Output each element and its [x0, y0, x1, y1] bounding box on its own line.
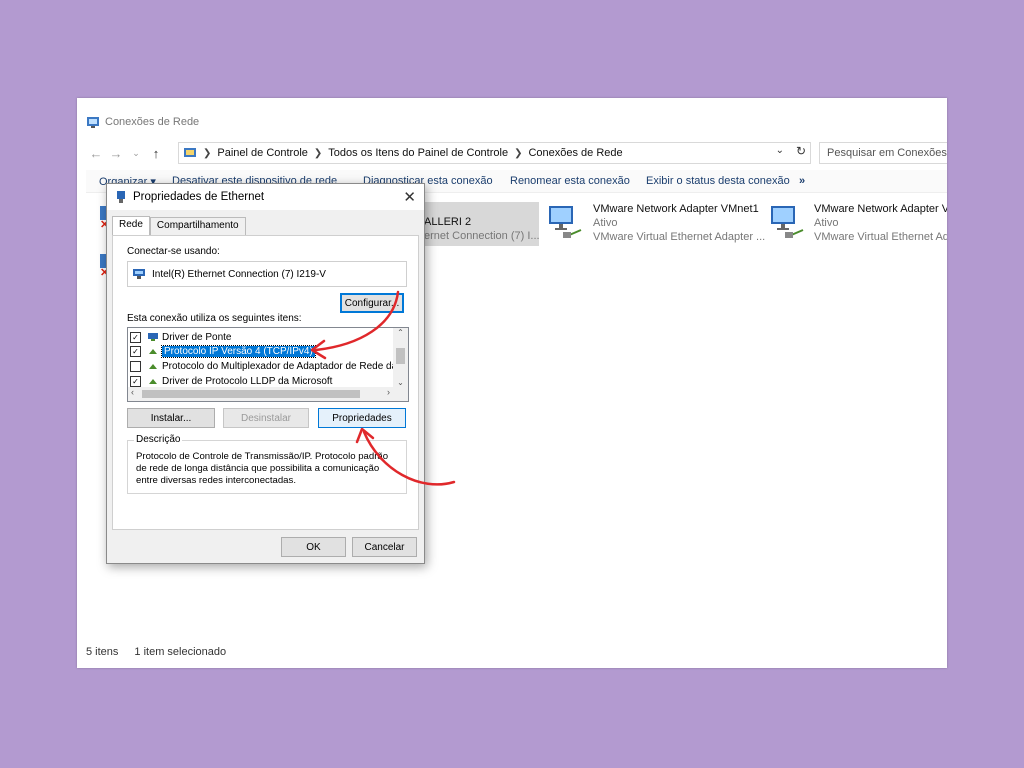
network-adapter-icon	[771, 206, 804, 238]
network-card-icon	[133, 269, 145, 279]
list-item-label: Protocolo IP Versão 4 (TCP/IPv4)	[161, 344, 316, 358]
address-bar[interactable]: ❯ Painel de Controle ❯ Todos os Itens do…	[178, 142, 811, 164]
vertical-scrollbar[interactable]: ⌃ ⌄	[393, 328, 408, 401]
list-item-label: Driver de Ponte	[162, 331, 232, 343]
scroll-right-icon[interactable]: ›	[387, 387, 390, 397]
chevron-right-icon: ❯	[514, 147, 523, 159]
scroll-down-icon[interactable]: ⌄	[393, 378, 408, 387]
connect-using-label: Conectar-se usando:	[127, 246, 220, 257]
scroll-up-icon[interactable]: ⌃	[393, 328, 408, 337]
network-item-status: Ativo	[593, 217, 618, 229]
network-item-name: ALLERI 2	[424, 216, 472, 228]
chevron-right-icon: ❯	[203, 147, 212, 159]
close-icon[interactable]: ✕	[403, 188, 416, 206]
window-titlebar: Conexões de Rede	[86, 112, 199, 132]
dialog-tabs: Rede Compartilhamento	[112, 216, 246, 237]
properties-button[interactable]: Propriedades	[318, 408, 406, 428]
window-title: Conexões de Rede	[105, 116, 200, 128]
more-commands-button[interactable]: »	[799, 175, 805, 187]
chevron-down-icon[interactable]: ⌄	[776, 145, 784, 156]
dialog-titlebar: Propriedades de Ethernet ✕	[107, 184, 424, 210]
status-bar: 5 itens 1 item selecionado	[86, 646, 242, 658]
rename-button[interactable]: Renomear esta conexão	[510, 175, 630, 187]
up-arrow-icon[interactable]: ↑	[146, 146, 166, 161]
description-group: Descrição Protocolo de Controle de Trans…	[127, 434, 407, 494]
list-item[interactable]: ✓ Driver de Protocolo LLDP da Microsoft	[130, 374, 332, 388]
network-item-ethernet[interactable]: ALLERI 2 ernet Connection (7) I...	[424, 215, 540, 243]
refresh-icon[interactable]: ↻	[792, 144, 810, 162]
tab-rede[interactable]: Rede	[112, 216, 150, 237]
network-connections-icon	[87, 117, 99, 128]
network-item-vmnet8[interactable]: VMware Network Adapter VM Ativo VMware V…	[814, 202, 947, 244]
network-adapter-icon	[549, 206, 582, 238]
network-item-status: Ativo	[814, 217, 839, 229]
checkbox[interactable]: ✓	[130, 345, 141, 357]
items-label: Esta conexão utiliza os seguintes itens:	[127, 313, 302, 324]
list-item-selected[interactable]: ✓ Protocolo IP Versão 4 (TCP/IPv4)	[130, 344, 316, 358]
list-item-label: Protocolo do Multiplexador de Adaptador …	[162, 360, 409, 372]
list-item-label: Driver de Protocolo LLDP da Microsoft	[162, 375, 333, 387]
protocol-icon	[149, 349, 157, 354]
breadcrumb-item-control-panel[interactable]: Painel de Controle	[217, 147, 308, 159]
ethernet-properties-dialog: Propriedades de Ethernet ✕ Rede Comparti…	[106, 183, 425, 564]
dialog-title: Propriedades de Ethernet	[133, 191, 265, 203]
adapter-name: Intel(R) Ethernet Connection (7) I219-V	[152, 268, 326, 280]
breadcrumb-item-all-items[interactable]: Todos os Itens do Painel de Controle	[328, 147, 508, 159]
uninstall-button[interactable]: Desinstalar	[223, 408, 309, 428]
horizontal-scrollbar[interactable]: ‹ ›	[128, 387, 393, 401]
checkbox[interactable]: ✓	[130, 331, 141, 343]
scroll-left-icon[interactable]: ‹	[131, 387, 134, 397]
components-list: ✓ Driver de Ponte ✓ Protocolo IP Versão …	[127, 327, 409, 402]
selection-count: 1 item selecionado	[134, 646, 227, 658]
tab-compartilhamento[interactable]: Compartilhamento	[149, 217, 246, 235]
scrollbar-thumb[interactable]	[142, 390, 360, 398]
back-arrow-icon[interactable]: ←	[86, 146, 106, 161]
list-item[interactable]: Protocolo do Multiplexador de Adaptador …	[130, 359, 408, 373]
forward-arrow-icon[interactable]: →	[106, 146, 126, 161]
item-count: 5 itens	[86, 646, 119, 658]
network-item-name: VMware Network Adapter VM	[814, 203, 947, 215]
bridge-driver-icon	[148, 333, 158, 341]
network-item-detail: ernet Connection (7) I...	[424, 230, 540, 242]
protocol-icon	[149, 364, 157, 369]
tab-panel-rede: Conectar-se usando: Intel(R) Ethernet Co…	[112, 235, 419, 530]
description-label: Descrição	[134, 434, 183, 445]
network-item-detail: VMware Virtual Ethernet Ada	[814, 231, 947, 243]
chevron-right-icon: ❯	[313, 147, 323, 159]
view-status-button[interactable]: Exibir o status desta conexão	[646, 175, 790, 187]
network-item-detail: VMware Virtual Ethernet Adapter ...	[593, 231, 766, 243]
breadcrumb: ❯ Painel de Controle ❯ Todos os Itens do…	[197, 147, 629, 159]
control-panel-icon	[184, 148, 196, 157]
breadcrumb-item-network-connections[interactable]: Conexões de Rede	[528, 147, 622, 159]
search-input[interactable]: Pesquisar em Conexões de Rede	[819, 142, 947, 164]
scrollbar-thumb[interactable]	[396, 348, 405, 364]
adapter-field: Intel(R) Ethernet Connection (7) I219-V	[127, 261, 407, 287]
configure-button[interactable]: Configurar...	[340, 293, 404, 313]
network-item-name: VMware Network Adapter VMnet1	[593, 203, 759, 215]
address-bar-row: ← → ⌄ ↑ ❯ Painel de Controle ❯ Todos os …	[86, 142, 947, 164]
ethernet-icon	[117, 191, 125, 203]
checkbox[interactable]	[130, 360, 141, 372]
cancel-button[interactable]: Cancelar	[352, 537, 417, 557]
recent-dropdown-icon[interactable]: ⌄	[126, 148, 146, 159]
list-item[interactable]: ✓ Driver de Ponte	[130, 330, 231, 344]
description-text: Protocolo de Controle de Transmissão/IP.…	[136, 451, 389, 486]
network-item-vmnet1[interactable]: VMware Network Adapter VMnet1 Ativo VMwa…	[593, 202, 765, 244]
install-button[interactable]: Instalar...	[127, 408, 215, 428]
checkbox[interactable]: ✓	[130, 375, 141, 387]
ok-button[interactable]: OK	[281, 537, 346, 557]
background-pattern: ​	[0, 4, 1024, 58]
protocol-icon	[149, 379, 157, 384]
